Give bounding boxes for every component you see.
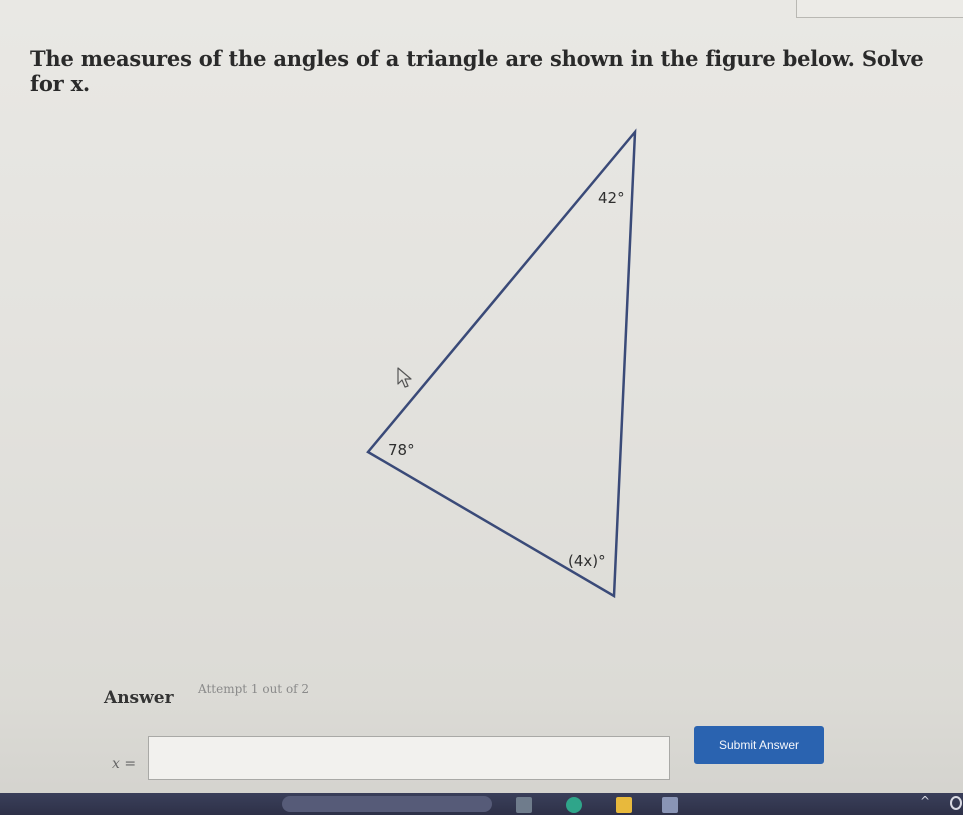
taskbar: ^ <box>0 793 963 815</box>
attempt-counter: Attempt 1 out of 2 <box>198 682 310 696</box>
x-equals-label: x = <box>112 756 137 772</box>
triangle <box>366 128 637 599</box>
store-icon[interactable] <box>662 797 678 813</box>
answer-heading: Answer <box>104 688 174 708</box>
angle-label-top: 42° <box>598 189 625 207</box>
chevron-up-icon[interactable]: ^ <box>920 794 930 808</box>
angle-label-bottom: (4x)° <box>568 552 606 570</box>
angle-label-left: 78° <box>388 441 415 459</box>
edge-icon[interactable] <box>566 797 582 813</box>
taskbar-app-icon[interactable] <box>516 797 532 813</box>
answer-input[interactable] <box>148 736 670 780</box>
mouse-pointer-icon <box>397 367 412 388</box>
submit-answer-button[interactable]: Submit Answer <box>694 726 824 764</box>
system-tray-icon[interactable] <box>950 796 962 810</box>
file-explorer-icon[interactable] <box>616 797 632 813</box>
taskbar-search-box[interactable] <box>282 796 492 812</box>
